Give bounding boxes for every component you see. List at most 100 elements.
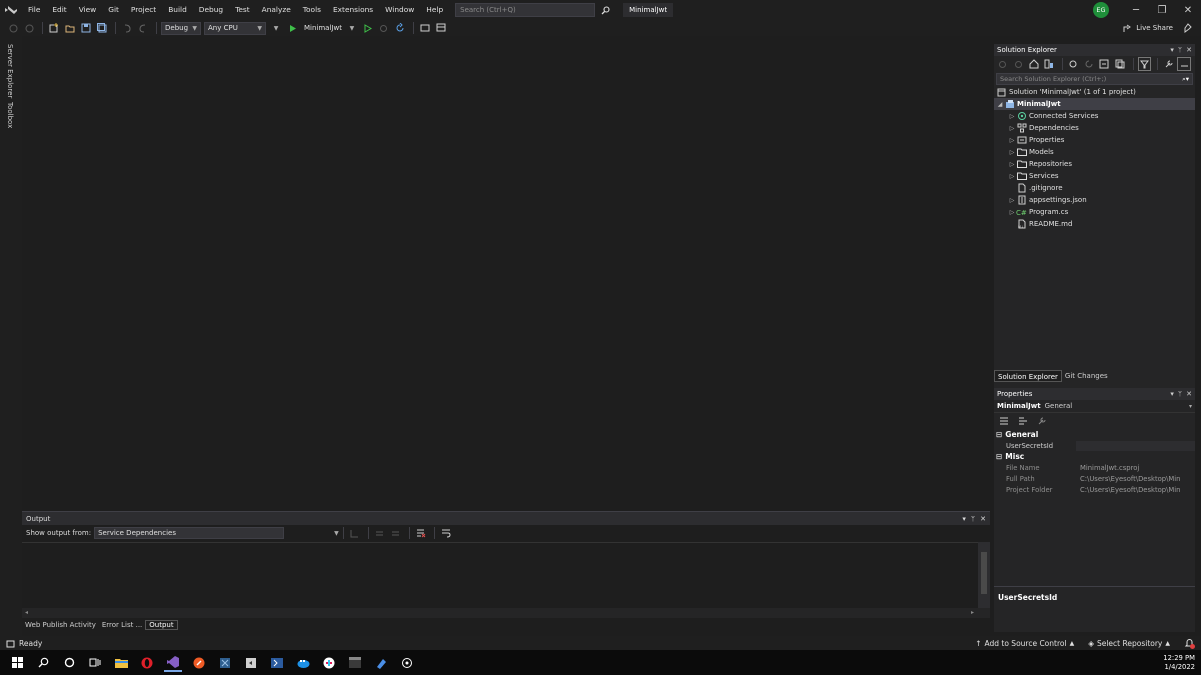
system-clock[interactable]: 12:29 PM 1/4/2022: [1163, 654, 1195, 672]
toolbox-tab[interactable]: Toolbox: [6, 102, 14, 128]
scrollbar-thumb[interactable]: [981, 552, 987, 594]
property-file-name[interactable]: File Name MinimalJwt.csproj: [994, 462, 1195, 473]
alphabetical-icon[interactable]: [1016, 414, 1030, 428]
save-icon[interactable]: [79, 21, 93, 35]
powershell-icon[interactable]: [268, 654, 286, 672]
configuration-select[interactable]: Debug ▼: [161, 21, 201, 35]
tab-git-changes[interactable]: Git Changes: [1062, 370, 1111, 382]
category-general[interactable]: ⊟ General: [994, 429, 1195, 440]
output-source-dropdown-icon[interactable]: ▼: [334, 530, 339, 537]
tree-item[interactable]: .gitignore: [994, 182, 1195, 194]
expand-arrow-icon[interactable]: ▷: [1008, 197, 1016, 204]
output-horizontal-scrollbar[interactable]: ◂ ▸: [22, 608, 990, 618]
start-without-debugging-icon[interactable]: [361, 21, 375, 35]
menu-edit[interactable]: Edit: [46, 0, 72, 20]
tree-item[interactable]: ▷ appsettings.json: [994, 194, 1195, 206]
select-repository-button[interactable]: ◈ Select Repository ▲: [1088, 639, 1170, 648]
tree-item[interactable]: ▷ Dependencies: [994, 122, 1195, 134]
window-position-icon[interactable]: ▾: [962, 515, 966, 523]
menu-git[interactable]: Git: [102, 0, 125, 20]
home-icon[interactable]: [1027, 57, 1040, 71]
pin-icon[interactable]: ᛘ: [971, 515, 975, 523]
pin-icon[interactable]: ᛘ: [1178, 390, 1182, 398]
preview-icon[interactable]: [1177, 57, 1191, 71]
search-input[interactable]: Search (Ctrl+Q): [455, 3, 596, 17]
tab-solution-explorer[interactable]: Solution Explorer: [994, 370, 1062, 382]
properties-wrench-icon[interactable]: [1162, 57, 1175, 71]
menu-project[interactable]: Project: [125, 0, 162, 20]
redo-icon[interactable]: [136, 21, 150, 35]
restore-button[interactable]: ❐: [1149, 0, 1175, 20]
close-button[interactable]: ✕: [1175, 0, 1201, 20]
menu-file[interactable]: File: [22, 0, 46, 20]
file-explorer-icon[interactable]: [112, 654, 130, 672]
menu-view[interactable]: View: [73, 0, 103, 20]
run-target-label[interactable]: MinimalJwt: [304, 24, 342, 32]
expand-arrow-icon[interactable]: ▷: [1008, 173, 1016, 180]
hot-reload-icon[interactable]: [393, 21, 407, 35]
solution-node[interactable]: Solution 'MinimalJwt' (1 of 1 project): [994, 86, 1195, 98]
layout-icon[interactable]: [434, 21, 448, 35]
close-panel-icon[interactable]: ✕: [980, 515, 986, 523]
next-message-icon[interactable]: [389, 526, 403, 540]
forward-icon[interactable]: [22, 21, 36, 35]
property-project-folder[interactable]: Project Folder C:\Users\Eyesoft\Desktop\…: [994, 484, 1195, 495]
collapse-all-icon[interactable]: [1098, 57, 1111, 71]
server-explorer-tab[interactable]: Server Explorer: [6, 44, 14, 98]
menu-extensions[interactable]: Extensions: [327, 0, 379, 20]
editor-area[interactable]: [22, 36, 990, 510]
search-icon[interactable]: ⌕▾: [1182, 75, 1189, 84]
switch-views-icon[interactable]: [1042, 57, 1055, 71]
back-icon[interactable]: [996, 57, 1009, 71]
tree-item[interactable]: M↓ README.md: [994, 218, 1195, 230]
attach-icon[interactable]: [377, 21, 391, 35]
property-full-path[interactable]: Full Path C:\Users\Eyesoft\Desktop\Min: [994, 473, 1195, 484]
scroll-right-icon[interactable]: ▸: [971, 609, 974, 616]
notifications-icon[interactable]: [1184, 638, 1195, 649]
run-target-dropdown-icon[interactable]: ▼: [345, 21, 359, 35]
browser-link-icon[interactable]: [418, 21, 432, 35]
expand-arrow-icon[interactable]: ▷: [1008, 125, 1016, 132]
menu-debug[interactable]: Debug: [193, 0, 229, 20]
menu-help[interactable]: Help: [420, 0, 449, 20]
visual-studio-icon[interactable]: [164, 654, 182, 672]
window-position-icon[interactable]: ▾: [1170, 390, 1174, 398]
menu-window[interactable]: Window: [379, 0, 420, 20]
window-position-icon[interactable]: ▾: [1170, 46, 1174, 54]
tree-item[interactable]: ▷ Connected Services: [994, 110, 1195, 122]
platform-dropdown-icon[interactable]: ▼: [269, 21, 283, 35]
terminal-icon[interactable]: [346, 654, 364, 672]
docker-icon[interactable]: [294, 654, 312, 672]
add-to-source-control-button[interactable]: ↑ Add to Source Control ▲: [975, 639, 1074, 648]
expand-arrow-icon[interactable]: ▷: [1008, 137, 1016, 144]
collapse-box-icon[interactable]: ⊟: [996, 430, 1002, 439]
previous-message-icon[interactable]: [373, 526, 387, 540]
platform-select[interactable]: Any CPU ▼: [204, 21, 266, 35]
tree-item[interactable]: ▷ Properties: [994, 134, 1195, 146]
tab-error-list[interactable]: Error List ...: [99, 621, 145, 629]
opera-icon[interactable]: [138, 654, 156, 672]
category-misc[interactable]: ⊟ Misc: [994, 451, 1195, 462]
word-wrap-icon[interactable]: [439, 526, 453, 540]
new-project-icon[interactable]: [47, 21, 61, 35]
feedback-icon[interactable]: [1183, 23, 1193, 33]
minimize-button[interactable]: ─: [1123, 0, 1149, 20]
expand-arrow-icon[interactable]: ▷: [1008, 161, 1016, 168]
tab-output[interactable]: Output: [145, 620, 178, 630]
menu-tools[interactable]: Tools: [297, 0, 327, 20]
expand-arrow-icon[interactable]: ▷: [1008, 149, 1016, 156]
start-debugging-icon[interactable]: [285, 21, 299, 35]
visual-studio-logo-icon[interactable]: [0, 0, 22, 20]
output-source-select[interactable]: Service Dependencies: [94, 527, 285, 539]
sync-icon[interactable]: [1082, 57, 1095, 71]
task-view-icon[interactable]: [86, 654, 104, 672]
postman-icon[interactable]: [190, 654, 208, 672]
menu-analyze[interactable]: Analyze: [256, 0, 297, 20]
collapse-box-icon[interactable]: ⊟: [996, 452, 1002, 461]
notes-icon[interactable]: [372, 654, 390, 672]
filter-icon[interactable]: [1137, 57, 1152, 71]
property-value[interactable]: [1076, 440, 1195, 451]
live-share-button[interactable]: Live Share: [1123, 23, 1193, 33]
property-pages-icon[interactable]: [1035, 414, 1049, 428]
windows-start-icon[interactable]: [8, 654, 26, 672]
